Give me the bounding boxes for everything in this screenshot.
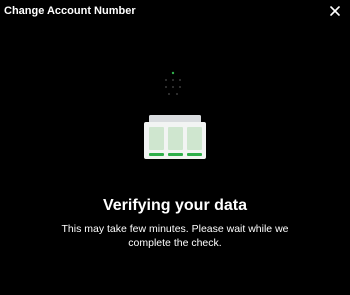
status-heading: Verifying your data (102, 197, 248, 214)
close-button[interactable] (328, 4, 342, 18)
modal-title: Change Account Number (4, 5, 136, 17)
data-table-illustration-icon (141, 112, 209, 164)
status-description: This may take few minutes. Please wait w… (61, 223, 289, 249)
close-icon (330, 6, 340, 16)
change-account-number-modal: Change Account Number Verifying your dat… (0, 0, 350, 295)
loading-dots-icon (159, 70, 187, 98)
